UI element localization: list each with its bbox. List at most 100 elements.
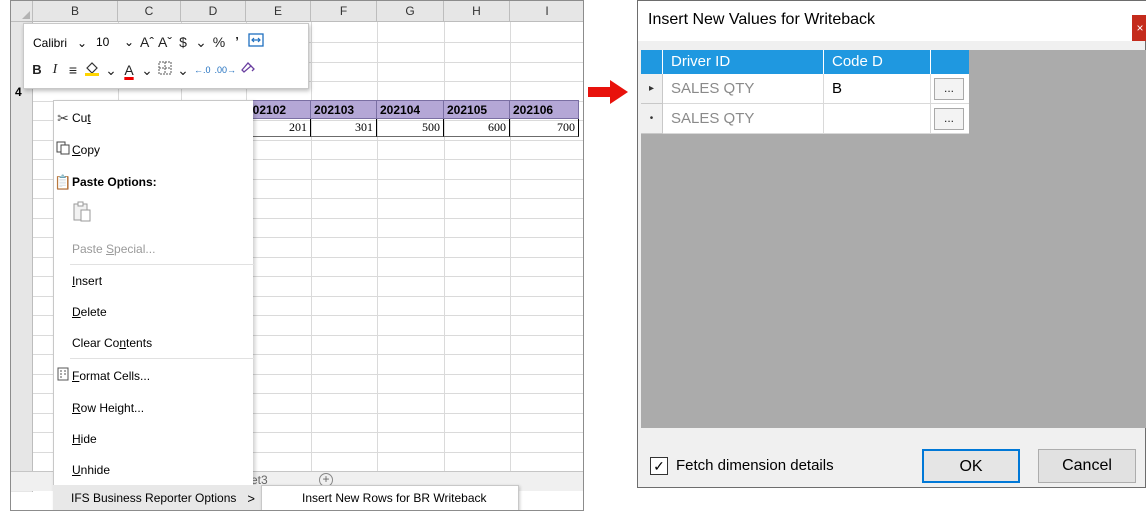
menu-separator bbox=[70, 358, 254, 359]
menu-item-copy[interactable]: Copy bbox=[54, 135, 254, 165]
column-header-h[interactable]: H bbox=[444, 1, 510, 21]
column-header-b[interactable]: B bbox=[33, 1, 118, 21]
dialog-title: Insert New Values for Writeback bbox=[638, 1, 1146, 41]
value-cell-202104[interactable]: 500 bbox=[377, 119, 444, 137]
bold-button[interactable]: B bbox=[30, 60, 44, 80]
column-header-c[interactable]: C bbox=[118, 1, 181, 21]
submenu: Insert New Rows for BR Writeback bbox=[261, 485, 519, 510]
format-cells-icon bbox=[54, 361, 72, 391]
row-indicator-current: ▸ bbox=[641, 74, 663, 104]
column-header-e[interactable]: E bbox=[246, 1, 311, 21]
chevron-down-icon: ⌄ bbox=[123, 35, 134, 49]
chevron-down-icon[interactable]: ⌄ bbox=[140, 60, 154, 80]
shrink-font-button[interactable]: Aˇ bbox=[158, 32, 172, 52]
column-header-i[interactable]: I bbox=[510, 1, 583, 21]
gridline bbox=[311, 22, 312, 471]
menu-item-cut[interactable]: ✂ Cut bbox=[54, 103, 254, 133]
checkmark-icon: ✓ bbox=[653, 458, 665, 474]
menu-item-insert[interactable]: Insert bbox=[54, 266, 254, 296]
excel-window: B C D E F G H I 4 202102 202103 202104 2… bbox=[10, 0, 584, 511]
cell-code-d[interactable]: B bbox=[824, 74, 931, 104]
gridline bbox=[510, 22, 511, 471]
row-header-4[interactable]: 4 bbox=[15, 85, 22, 99]
paste-icon[interactable] bbox=[72, 201, 92, 223]
menu-item-row-height[interactable]: Row Height... bbox=[54, 393, 254, 423]
fetch-dimension-checkbox[interactable]: ✓ bbox=[650, 457, 668, 475]
menu-item-paste-special: Paste Special... bbox=[54, 234, 254, 264]
context-menu: ✂ Cut Copy 📋 Paste Options: Paste Specia… bbox=[53, 100, 254, 510]
cell-button: ... bbox=[931, 104, 969, 134]
cell-driver-id[interactable]: SALES QTY bbox=[663, 104, 824, 134]
month-cell-202103[interactable]: 202103 bbox=[311, 100, 377, 119]
column-header-f[interactable]: F bbox=[311, 1, 377, 21]
cancel-button[interactable]: Cancel bbox=[1038, 449, 1136, 483]
value-cell-202106[interactable]: 700 bbox=[510, 119, 579, 137]
menu-separator bbox=[70, 264, 254, 265]
select-all-corner[interactable] bbox=[11, 1, 33, 21]
value-cell-202105[interactable]: 600 bbox=[444, 119, 510, 137]
grid-header-row: Driver ID Code D bbox=[641, 50, 969, 74]
column-header-g[interactable]: G bbox=[377, 1, 444, 21]
menu-label: Format Cells... bbox=[72, 369, 151, 383]
currency-button[interactable]: $ bbox=[176, 32, 190, 52]
month-cell-202106[interactable]: 202106 bbox=[510, 100, 579, 119]
percent-button[interactable]: % bbox=[212, 32, 226, 52]
cell-code-d[interactable] bbox=[824, 104, 931, 134]
gridline bbox=[377, 22, 378, 471]
value-cell-202103[interactable]: 301 bbox=[311, 119, 377, 137]
font-size-value: 10 bbox=[96, 35, 110, 49]
font-color-button[interactable]: A bbox=[122, 60, 136, 80]
scissors-icon: ✂ bbox=[57, 110, 69, 126]
ellipsis-button[interactable]: ... bbox=[934, 78, 964, 100]
ellipsis-button[interactable]: ... bbox=[934, 108, 964, 130]
fetch-dimension-label[interactable]: Fetch dimension details bbox=[676, 457, 834, 474]
grow-font-button[interactable]: Aˆ bbox=[140, 32, 154, 52]
grid-row[interactable]: • SALES QTY ... bbox=[641, 104, 969, 134]
increase-decimal-button[interactable]: ←.0 bbox=[194, 60, 211, 80]
chevron-down-icon[interactable]: ⌄ bbox=[176, 60, 190, 80]
font-size-box[interactable]: 10 ⌄ bbox=[94, 32, 136, 52]
comma-style-button[interactable]: ’ bbox=[230, 32, 244, 52]
month-cell-202105[interactable]: 202105 bbox=[444, 100, 510, 119]
font-name-box[interactable]: Calibri ⌄ bbox=[30, 32, 90, 52]
menu-item-delete[interactable]: Delete bbox=[54, 297, 254, 327]
column-header-button bbox=[931, 50, 969, 74]
menu-item-clear-contents[interactable]: Clear Contents bbox=[54, 328, 254, 358]
font-color-label: A bbox=[124, 62, 134, 78]
menu-item-unhide[interactable]: Unhide bbox=[54, 455, 254, 485]
column-header-code-d[interactable]: Code D bbox=[824, 50, 931, 74]
column-header-bar: B C D E F G H I bbox=[11, 1, 583, 22]
menu-label: IFS Business Reporter Options bbox=[71, 491, 237, 505]
grid-row[interactable]: ▸ SALES QTY B ... bbox=[641, 74, 969, 104]
month-cell-202104[interactable]: 202104 bbox=[377, 100, 444, 119]
menu-item-hide[interactable]: Hide bbox=[54, 424, 254, 454]
column-header-d[interactable]: D bbox=[181, 1, 246, 21]
submenu-item-insert-new-rows[interactable]: Insert New Rows for BR Writeback bbox=[302, 486, 487, 510]
menu-item-format-cells[interactable]: Format Cells... bbox=[54, 361, 254, 391]
fill-color-icon[interactable] bbox=[84, 60, 100, 80]
borders-icon[interactable] bbox=[158, 60, 172, 80]
align-center-button[interactable]: ≡ bbox=[66, 60, 80, 80]
menu-item-ifs-business-reporter-options[interactable]: IFS Business Reporter Options > bbox=[53, 485, 261, 510]
chevron-down-icon[interactable]: ⌄ bbox=[194, 32, 208, 52]
chevron-right-icon: > bbox=[247, 491, 255, 506]
chevron-down-icon[interactable]: ⌄ bbox=[104, 60, 118, 80]
cell-button: ... bbox=[931, 74, 969, 104]
column-header-driver-id[interactable]: Driver ID bbox=[663, 50, 824, 74]
close-button[interactable]: × bbox=[1132, 15, 1146, 41]
decrease-decimal-button[interactable]: .00→ bbox=[215, 60, 237, 80]
italic-button[interactable]: I bbox=[48, 60, 62, 80]
menu-label: Paste Options: bbox=[72, 175, 157, 189]
menu-heading-paste-options: 📋 Paste Options: bbox=[54, 167, 254, 197]
ok-button[interactable]: OK bbox=[922, 449, 1020, 483]
menu-label: Unhide bbox=[72, 463, 111, 477]
arrow-right-icon bbox=[588, 80, 628, 104]
menu-label: Delete bbox=[72, 305, 107, 319]
clipboard-icon: 📋 bbox=[54, 174, 72, 190]
cell-driver-id[interactable]: SALES QTY bbox=[663, 74, 824, 104]
menu-label: Row Height... bbox=[72, 401, 145, 415]
merge-center-icon[interactable] bbox=[248, 32, 264, 52]
format-painter-icon[interactable] bbox=[240, 60, 256, 80]
menu-label: Paste Special... bbox=[72, 242, 156, 256]
menu-label: Hide bbox=[72, 432, 97, 446]
